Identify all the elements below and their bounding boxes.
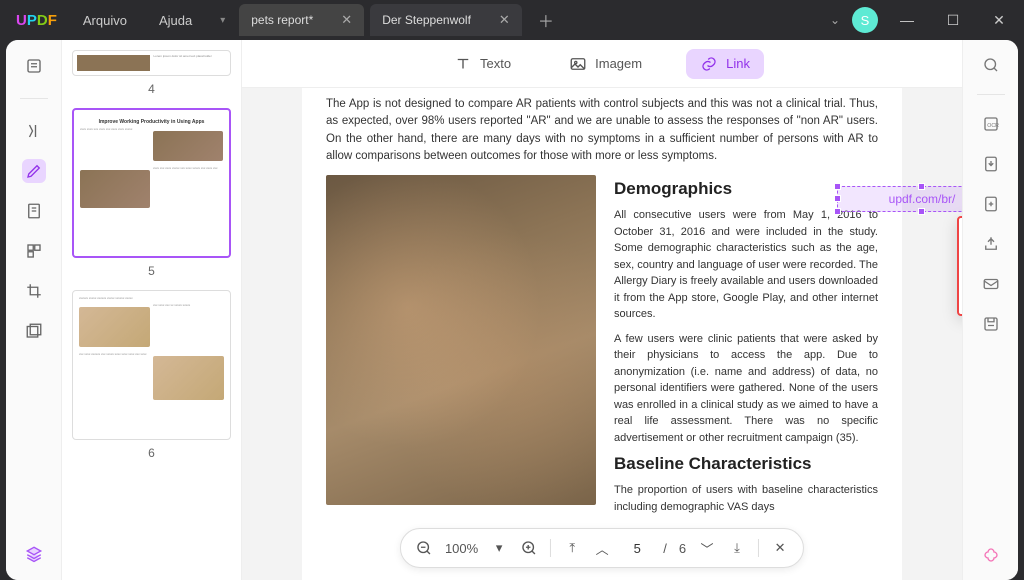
menu-file[interactable]: Arquivo	[69, 5, 141, 36]
tab-label: pets report*	[251, 13, 313, 27]
image-icon	[569, 55, 587, 73]
context-menu-properties[interactable]: Propriedades...	[959, 280, 962, 308]
right-rail: OCR	[962, 40, 1018, 580]
tools-icon[interactable]	[22, 239, 46, 263]
close-icon[interactable]: ✕	[341, 12, 352, 28]
resize-handle[interactable]	[834, 208, 841, 215]
context-menu-copy[interactable]: CopiarCtrl+C	[959, 224, 962, 252]
comment-icon[interactable]	[22, 119, 46, 143]
close-zoombar-button[interactable]: ✕	[771, 540, 789, 556]
resize-handle[interactable]	[834, 183, 841, 190]
next-page-button[interactable]: ﹀	[698, 539, 716, 558]
thumbnail-panel: Lorem ipsum dolor sit amet text placehol…	[62, 40, 242, 580]
tab-pets-report[interactable]: pets report* ✕	[239, 4, 364, 36]
search-icon[interactable]	[980, 54, 1002, 76]
resize-handle[interactable]	[918, 183, 925, 190]
email-icon[interactable]	[980, 273, 1002, 295]
tab-label: Der Steppenwolf	[382, 13, 471, 27]
main-area: Texto Imagem Link The App is not designe…	[242, 40, 962, 580]
export-icon[interactable]	[980, 153, 1002, 175]
add-tab-button[interactable]: ＋	[528, 8, 564, 32]
share-icon[interactable]	[980, 233, 1002, 255]
svg-text:OCR: OCR	[987, 123, 999, 129]
save-icon[interactable]	[980, 313, 1002, 335]
ai-icon[interactable]	[980, 544, 1002, 566]
text-icon	[454, 55, 472, 73]
page-organize-icon[interactable]	[22, 199, 46, 223]
page-input[interactable]	[623, 541, 651, 556]
app-body: Lorem ipsum dolor sit amet text placehol…	[6, 40, 1018, 580]
minimize-button[interactable]: —	[890, 12, 924, 28]
maximize-button[interactable]: ☐	[936, 12, 970, 29]
left-rail	[6, 40, 62, 580]
zoom-percent: 100%	[445, 541, 478, 556]
thumbnail-page-5[interactable]: Improve Working Productivity in Using Ap…	[72, 108, 231, 258]
ocr-icon[interactable]: OCR	[980, 113, 1002, 135]
close-icon[interactable]: ✕	[499, 12, 510, 28]
context-menu-delete[interactable]: ExcluirDel	[959, 252, 962, 280]
add-page-icon[interactable]	[980, 193, 1002, 215]
document-page: The App is not designed to compare AR pa…	[302, 88, 902, 580]
intro-paragraph: The App is not designed to compare AR pa…	[326, 96, 878, 165]
prev-page-button[interactable]: ︿	[593, 539, 611, 558]
link-annotation-selected[interactable]: updf.com/br/	[837, 186, 962, 212]
chevron-down-icon[interactable]: ⌄	[830, 13, 840, 27]
tab-steppenwolf[interactable]: Der Steppenwolf ✕	[370, 4, 522, 36]
image-tool[interactable]: Imagem	[555, 49, 656, 79]
page-total: 6	[679, 541, 686, 556]
thumb-number: 5	[72, 264, 231, 278]
paragraph: The proportion of users with baseline ch…	[614, 482, 878, 515]
thumb-number: 4	[72, 82, 231, 96]
link-icon	[700, 55, 718, 73]
edit-icon[interactable]	[22, 159, 46, 183]
edit-toolbar: Texto Imagem Link	[242, 40, 962, 88]
thumbnail-page-6[interactable]: xxxxxx xxxxx xxxxxx xxxxx xxxxxx xxxxx x…	[72, 290, 231, 440]
user-avatar[interactable]: S	[852, 7, 878, 33]
stamp-icon[interactable]	[22, 319, 46, 343]
thumb-number: 6	[72, 446, 231, 460]
text-tool[interactable]: Texto	[440, 49, 525, 79]
crop-icon[interactable]	[22, 279, 46, 303]
menu-help[interactable]: Ajuda	[145, 5, 206, 36]
paragraph: A few users were clinic patients that we…	[614, 331, 878, 447]
zoom-bar: 100% ▾ ⤒ ︿ / 6 ﹀ ⤓ ✕	[400, 528, 804, 568]
paragraph: All consecutive users were from May 1, 2…	[614, 207, 878, 323]
link-tool[interactable]: Link	[686, 49, 764, 79]
resize-handle[interactable]	[834, 195, 841, 202]
zoom-in-button[interactable]	[520, 539, 538, 557]
app-logo: UPDF	[8, 12, 65, 29]
link-url: updf.com/br/	[889, 192, 956, 206]
heading-baseline: Baseline Characteristics	[614, 454, 878, 474]
resize-handle[interactable]	[918, 208, 925, 215]
reader-icon[interactable]	[22, 54, 46, 78]
thumbnail-page-4[interactable]: Lorem ipsum dolor sit amet text placehol…	[72, 50, 231, 76]
layers-icon[interactable]	[22, 542, 46, 566]
article-image	[326, 175, 596, 505]
tab-list-dropdown[interactable]: ▾	[210, 15, 235, 26]
zoom-dropdown[interactable]: ▾	[490, 540, 508, 556]
first-page-button[interactable]: ⤒	[563, 540, 581, 556]
context-menu: CopiarCtrl+C ExcluirDel Propriedades...	[957, 216, 962, 316]
titlebar: UPDF Arquivo Ajuda ▾ pets report* ✕ Der …	[0, 0, 1024, 40]
zoom-out-button[interactable]	[415, 539, 433, 557]
page-separator: /	[663, 541, 667, 556]
close-button[interactable]: ✕	[982, 12, 1016, 29]
last-page-button[interactable]: ⤓	[728, 540, 746, 556]
